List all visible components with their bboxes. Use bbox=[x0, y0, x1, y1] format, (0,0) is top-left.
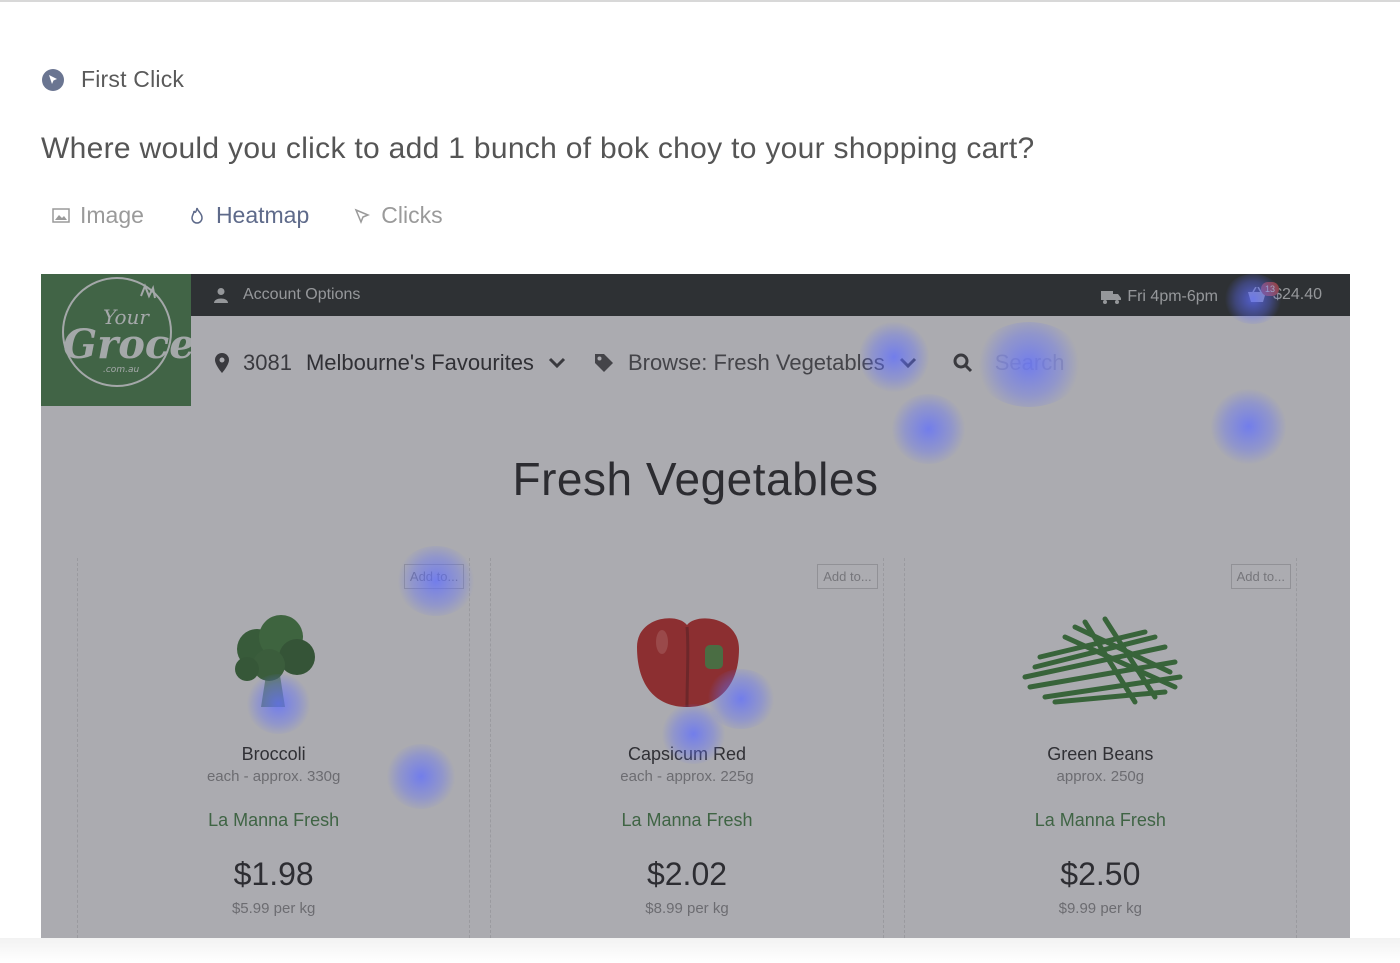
page-title: Fresh Vegetables bbox=[512, 453, 879, 505]
chevron-down-icon bbox=[899, 357, 916, 369]
product-card-green-beans: Add to... Green Beans approx. 250g La Ma… bbox=[903, 558, 1297, 938]
svg-text:Grocer: Grocer bbox=[63, 321, 191, 368]
browse-label: Browse: Fresh Vegetables bbox=[627, 350, 885, 375]
user-icon bbox=[214, 288, 228, 303]
tab-clicks-label: Clicks bbox=[381, 202, 443, 228]
task-type: First Click bbox=[41, 66, 184, 93]
product-name[interactable]: Broccoli bbox=[78, 744, 469, 765]
view-tabs: Image Heatmap Clicks bbox=[52, 202, 487, 229]
product-weight: approx. 250g bbox=[1056, 768, 1145, 785]
green-beans-image[interactable] bbox=[905, 602, 1296, 722]
product-price: $1.98 bbox=[233, 856, 314, 892]
product-card-broccoli: Add to... Broccoli each - approx. 330g L… bbox=[77, 558, 471, 938]
location-pin-icon bbox=[215, 353, 229, 373]
product-name[interactable]: Green Beans bbox=[905, 744, 1296, 765]
account-options[interactable]: Account Options bbox=[213, 286, 360, 304]
product-vendor[interactable]: La Manna Fresh bbox=[78, 810, 469, 831]
browse-menu[interactable]: Browse: Fresh Vegetables bbox=[594, 350, 917, 376]
product-unit-price: $9.99 per kg bbox=[1058, 900, 1143, 917]
tag-icon bbox=[594, 354, 613, 372]
region-selector[interactable]: Melbourne's Favourites bbox=[306, 350, 534, 376]
product-unit-price: $8.99 per kg bbox=[645, 900, 729, 917]
cart-count-badge: 13 bbox=[1261, 282, 1280, 296]
add-to-button[interactable]: Add to... bbox=[403, 564, 465, 589]
delivery-slot[interactable]: Fri 4pm-6pm bbox=[1101, 288, 1218, 306]
task-question: Where would you click to add 1 bunch of … bbox=[41, 132, 1035, 165]
product-price: $2.02 bbox=[646, 856, 728, 892]
product-card-capsicum: Add to... Capsicum Red each - approx. 22… bbox=[490, 558, 884, 938]
product-grid: Add to... Broccoli each - approx. 330g L… bbox=[77, 558, 1317, 938]
your-grocer-logo: Your Grocer .com.au bbox=[41, 274, 219, 406]
postcode[interactable]: 3081 bbox=[243, 350, 292, 376]
bottom-fade bbox=[0, 938, 1400, 963]
cursor-icon bbox=[354, 208, 371, 224]
tab-heatmap-label: Heatmap bbox=[215, 202, 310, 228]
image-icon bbox=[52, 207, 70, 223]
tab-clicks[interactable]: Clicks bbox=[353, 202, 443, 229]
capsicum-image[interactable] bbox=[491, 602, 882, 722]
first-click-icon bbox=[42, 68, 64, 91]
account-options-label: Account Options bbox=[243, 286, 361, 303]
search-input[interactable] bbox=[992, 349, 1217, 377]
product-price: $2.50 bbox=[1060, 856, 1141, 892]
delivery-slot-label: Fri 4pm-6pm bbox=[1127, 288, 1218, 305]
cart-summary[interactable]: 13 $24.40 bbox=[1247, 282, 1322, 304]
product-weight: each - approx. 330g bbox=[206, 768, 341, 785]
heatmap-screenshot[interactable]: Your Grocer .com.au Account Options Fri … bbox=[41, 274, 1350, 938]
tab-image-label: Image bbox=[80, 202, 144, 228]
chevron-down-icon[interactable] bbox=[548, 357, 566, 369]
product-name[interactable]: Capsicum Red bbox=[491, 744, 882, 765]
svg-text:.com.au: .com.au bbox=[103, 365, 139, 375]
tab-heatmap[interactable]: Heatmap bbox=[188, 202, 309, 229]
product-vendor[interactable]: La Manna Fresh bbox=[491, 810, 882, 831]
tab-image[interactable]: Image bbox=[52, 202, 144, 229]
add-to-button[interactable]: Add to... bbox=[817, 564, 878, 589]
task-type-label: First Click bbox=[81, 66, 185, 92]
search-icon[interactable] bbox=[953, 353, 973, 373]
site-header: Account Options Fri 4pm-6pm 13 $24.40 bbox=[41, 274, 1350, 316]
truck-icon bbox=[1101, 291, 1122, 304]
store-navbar: 3081 Melbourne's Favourites Browse: Fres… bbox=[191, 316, 1350, 406]
cart-total: $24.40 bbox=[1273, 286, 1322, 303]
product-weight: each - approx. 225g bbox=[620, 768, 754, 785]
broccoli-image[interactable] bbox=[78, 602, 469, 722]
add-to-button[interactable]: Add to... bbox=[1230, 564, 1291, 589]
flame-icon bbox=[191, 207, 203, 224]
top-divider bbox=[0, 0, 1400, 2]
product-vendor[interactable]: La Manna Fresh bbox=[905, 810, 1296, 831]
product-unit-price: $5.99 per kg bbox=[231, 900, 316, 917]
logo-graphic: Your Grocer .com.au bbox=[62, 277, 219, 387]
